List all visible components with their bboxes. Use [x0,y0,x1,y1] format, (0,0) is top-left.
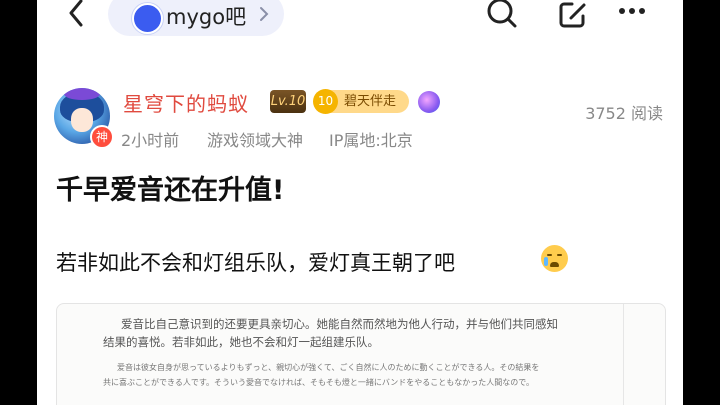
image-text-line: 爱音比自己意识到的还要更具亲切心。她能自然而然地为他人行动，并与他们共同感知 [121,317,558,331]
image-text-line: 结果的喜悦。若非如此，她也不会和灯一起组建乐队。 [103,335,379,349]
post-body: 若非如此不会和灯组乐队，爱灯真王朝了吧 [56,251,455,275]
post-image[interactable]: 爱音比自己意识到的还要更具亲切心。她能自然而然地为他人行动，并与他们共同感知 结… [56,303,666,405]
more-icon[interactable] [614,0,654,36]
level-badge: Lv.10 [270,90,306,113]
author-name[interactable]: 星穹下的蚂蚁 [123,88,249,117]
fan-badge: 10 碧天伴走 [313,89,409,114]
fan-badge-text: 碧天伴走 [344,94,397,109]
forum-logo-icon [132,3,163,34]
forum-entry-button[interactable]: mygo吧 [108,0,284,36]
post-time: 2小时前 [121,131,180,150]
search-icon[interactable] [482,0,522,36]
god-badge: 神 [90,125,114,149]
image-text-line: 共に喜ぶことができる人です。そういう愛音でなければ、そもそも燈と一緒にバンドをや… [103,378,534,387]
ip-location: IP属地:北京 [329,131,413,150]
crying-emoji-icon [541,245,568,272]
image-text-line: 爱音は彼女自身が思っているよりもずっと、親切心が強くて、ごく自然に人のために動く… [117,363,540,372]
page-divider [623,304,624,405]
view-count: 3752 阅读 [585,104,663,123]
post-screen: mygo吧 神 星穹下的蚂蚁 Lv.10 10 碧天伴走 2小时前 游戏领域大神… [37,0,683,405]
chevron-right-icon [256,2,272,26]
forum-name: mygo吧 [166,5,247,29]
fan-badge-number: 10 [313,89,338,114]
back-arrow-icon[interactable] [61,0,93,30]
post-title: 千早爱音还在升值! [56,175,285,206]
medal-icon [418,91,440,113]
author-role: 游戏领域大神 [207,131,304,150]
edit-icon[interactable] [554,0,594,36]
